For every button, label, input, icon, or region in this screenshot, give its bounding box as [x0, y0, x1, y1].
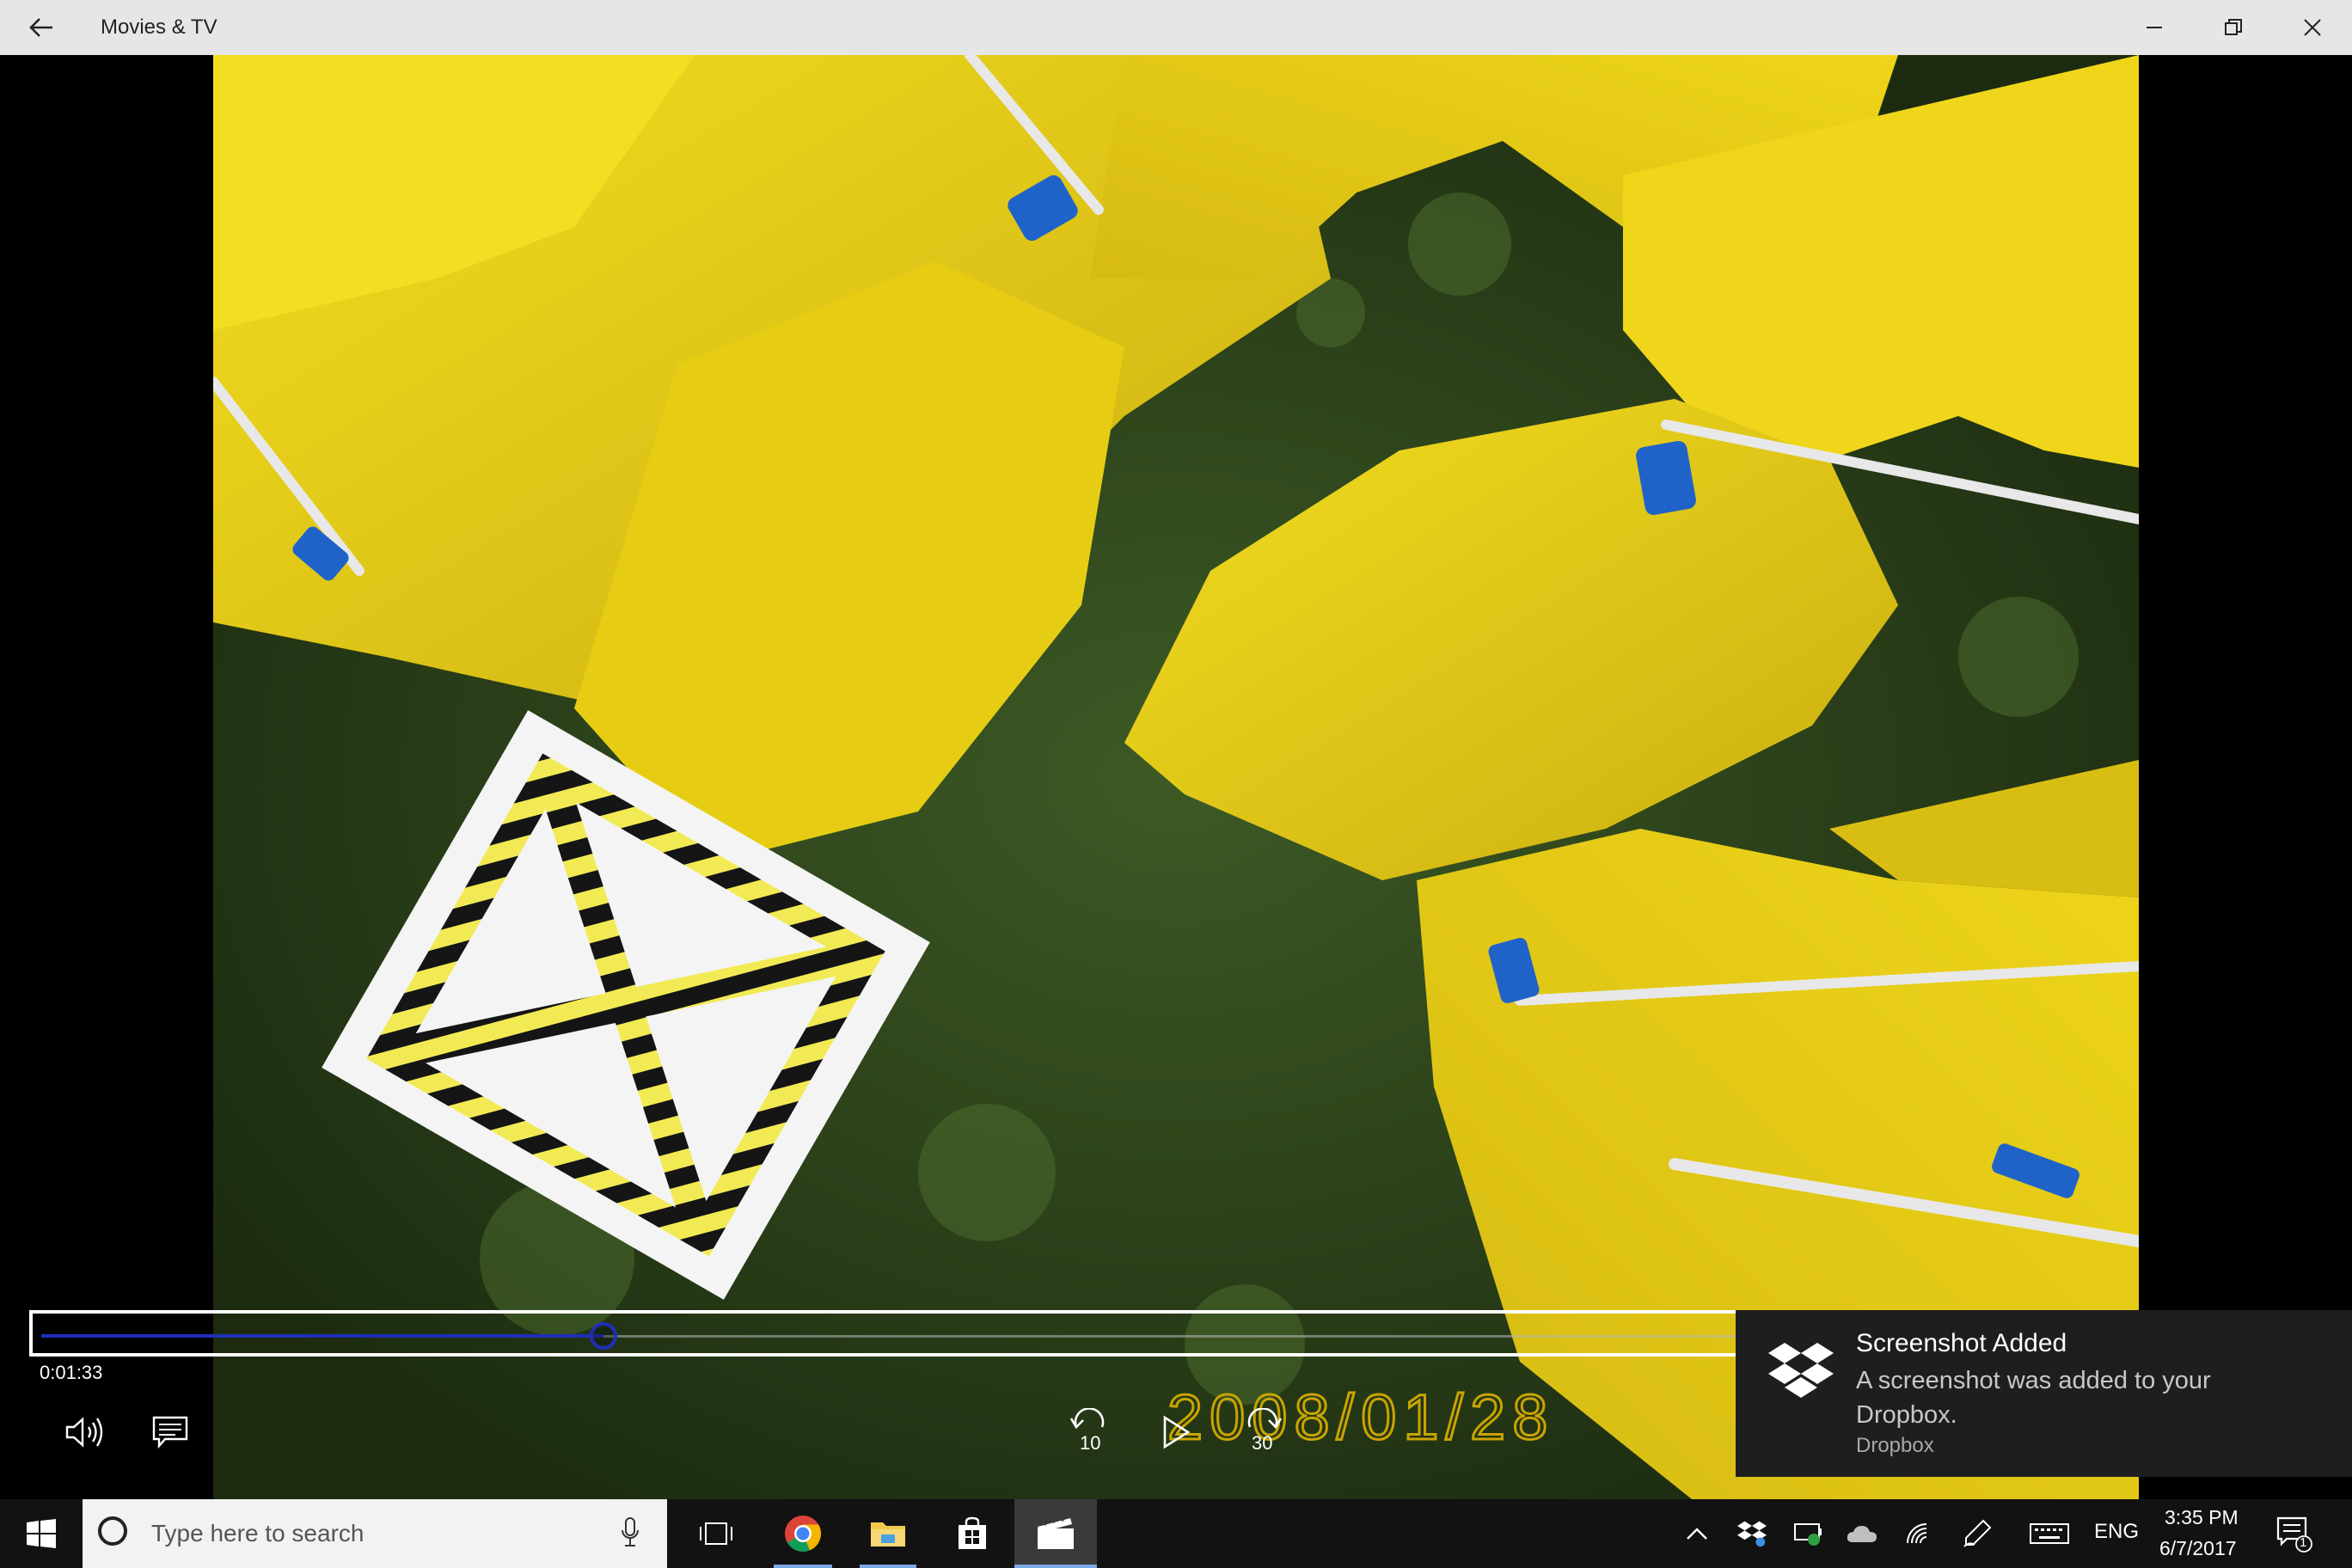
search-placeholder: Type here to search — [151, 1520, 364, 1547]
tray-dropbox[interactable] — [1735, 1516, 1769, 1551]
input-language[interactable]: ENG — [2094, 1520, 2139, 1544]
volume-button[interactable] — [60, 1408, 108, 1456]
clock-date[interactable]: 6/7/2017 — [2159, 1537, 2237, 1560]
dropbox-icon — [1768, 1343, 1834, 1398]
minimize-button[interactable] — [2115, 0, 2194, 55]
back-button[interactable] — [15, 3, 67, 52]
skip-forward-button[interactable]: 30 — [1234, 1406, 1289, 1461]
tray-wifi[interactable] — [1902, 1516, 1936, 1551]
clock-time[interactable]: 3:35 PM — [2165, 1506, 2239, 1529]
close-button[interactable] — [2273, 0, 2352, 55]
chrome-icon — [785, 1516, 822, 1552]
captions-icon — [152, 1416, 188, 1449]
movies-tv-icon — [1038, 1516, 1074, 1549]
taskbar-movies-tv[interactable] — [1014, 1499, 1097, 1568]
play-button[interactable] — [1152, 1408, 1200, 1456]
taskbar: Type here to search ENG 3:35 PM 6/7/2017… — [0, 1499, 2352, 1568]
search-box[interactable]: Type here to search — [83, 1499, 667, 1568]
tray-battery[interactable] — [1792, 1516, 1826, 1551]
pen-ink-icon — [1963, 1519, 1992, 1547]
skip-forward-label: 30 — [1252, 1432, 1273, 1454]
task-view-button[interactable] — [679, 1499, 753, 1568]
file-explorer-icon — [871, 1522, 905, 1547]
seek-bar[interactable] — [29, 1310, 1749, 1357]
keyboard-icon — [2030, 1523, 2069, 1544]
window-title: Movies & TV — [101, 15, 217, 39]
play-icon — [1163, 1415, 1191, 1449]
current-time: 0:01:33 — [40, 1362, 103, 1383]
restore-icon — [2225, 19, 2242, 35]
onedrive-icon — [1847, 1526, 1877, 1542]
video-player[interactable]: 2008/01/28 — [0, 55, 2352, 1499]
battery-icon — [1794, 1523, 1822, 1546]
explorer-running-indicator — [860, 1565, 916, 1568]
seek-thumb[interactable] — [590, 1322, 617, 1350]
minimize-icon — [2147, 27, 2162, 28]
wifi-icon — [1907, 1523, 1927, 1544]
restore-button[interactable] — [2194, 0, 2273, 55]
store-icon — [959, 1516, 986, 1549]
toast-source: Dropbox — [1856, 1434, 1934, 1457]
toast-title: Screenshot Added — [1856, 1329, 2067, 1357]
volume-icon — [65, 1417, 103, 1448]
dropbox-notification-toast[interactable]: Screenshot Added A screenshot was added … — [1736, 1310, 2352, 1477]
video-timestamp-overlay: 2008/01/28 — [1167, 1381, 1554, 1453]
skip-back-label: 10 — [1080, 1432, 1101, 1454]
taskbar-file-explorer[interactable] — [851, 1499, 925, 1568]
tray-touch-keyboard[interactable] — [2027, 1516, 2072, 1551]
notification-icon — [2276, 1516, 2312, 1553]
skip-back-button[interactable]: 10 — [1063, 1406, 1118, 1461]
cortana-icon — [98, 1516, 127, 1546]
movies-active-indicator — [1014, 1565, 1097, 1568]
taskbar-chrome[interactable] — [767, 1499, 839, 1568]
microphone-icon[interactable] — [621, 1516, 640, 1549]
chrome-running-indicator — [774, 1565, 832, 1568]
tray-pen[interactable] — [1960, 1516, 1994, 1551]
windows-logo-icon — [27, 1519, 56, 1548]
captions-button[interactable] — [146, 1408, 194, 1456]
taskbar-store[interactable] — [935, 1499, 1009, 1568]
title-bar: Movies & TV — [0, 0, 2352, 55]
seek-progress — [41, 1334, 603, 1338]
start-button[interactable] — [0, 1499, 83, 1568]
close-icon — [2304, 19, 2321, 36]
action-center-button[interactable]: 1 — [2275, 1515, 2312, 1553]
tray-onedrive[interactable] — [1845, 1516, 1879, 1551]
back-arrow-icon — [29, 18, 52, 37]
show-hidden-icons-button[interactable] — [1680, 1516, 1714, 1551]
notification-count: 1 — [2300, 1535, 2307, 1550]
dropbox-tray-icon — [1737, 1521, 1767, 1547]
toast-body: A screenshot was added to your Dropbox. — [1856, 1367, 2211, 1429]
task-view-icon — [700, 1522, 732, 1545]
chevron-up-icon — [1687, 1528, 1707, 1540]
video-frame[interactable]: 2008/01/28 — [213, 55, 2139, 1499]
video-image: 2008/01/28 — [213, 55, 2139, 1499]
